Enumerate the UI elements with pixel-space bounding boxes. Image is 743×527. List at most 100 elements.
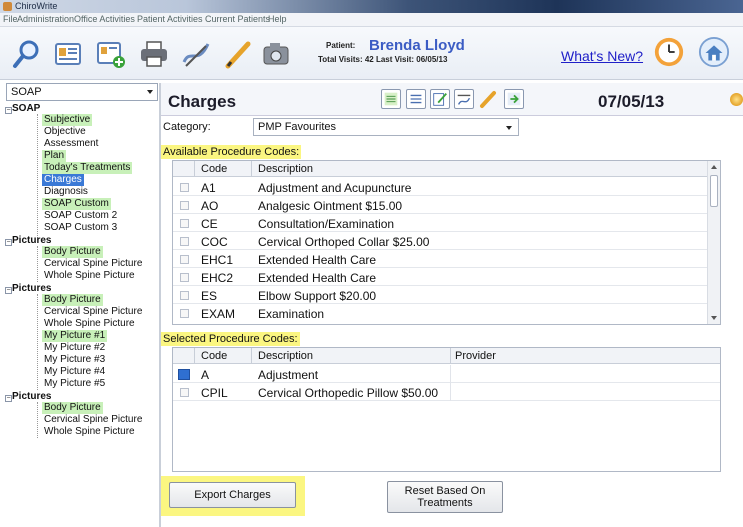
row-description: Extended Health Care xyxy=(258,271,377,285)
table-row[interactable]: A1 Adjustment and Acupuncture xyxy=(173,178,708,196)
row-checkbox[interactable] xyxy=(180,201,189,210)
menu-file[interactable]: File xyxy=(3,14,18,24)
row-checkbox[interactable] xyxy=(180,309,189,318)
printer-icon[interactable] xyxy=(138,38,170,70)
menu-office-activities[interactable]: Office Activities xyxy=(74,14,135,24)
tree-item-whole-spine-picture[interactable]: Whole Spine Picture xyxy=(42,426,137,438)
list-icon[interactable] xyxy=(406,89,426,109)
tree-group-pictures[interactable]: Pictures xyxy=(12,235,51,246)
section-header: Charges 07/05/13 xyxy=(161,83,743,116)
tree-item-body-picture[interactable]: Body Picture xyxy=(42,246,103,258)
column-header-description[interactable]: Description xyxy=(258,350,313,362)
whats-new-link[interactable]: What's New? xyxy=(561,48,643,64)
tree-item-soap-custom[interactable]: SOAP Custom xyxy=(42,198,111,210)
menu-current-patients[interactable]: Current Patients xyxy=(205,14,270,24)
edit-icon[interactable] xyxy=(430,89,450,109)
tree-group-pictures[interactable]: Pictures xyxy=(12,283,51,294)
tree-item-soap-custom-3[interactable]: SOAP Custom 3 xyxy=(42,222,119,234)
column-separator xyxy=(194,348,195,364)
tree-item-plan[interactable]: Plan xyxy=(42,150,67,162)
row-checkbox[interactable] xyxy=(180,255,189,264)
list-green-icon[interactable] xyxy=(381,89,401,109)
table-row[interactable]: ES Elbow Support $20.00 xyxy=(173,286,708,304)
collapse-icon[interactable]: − xyxy=(5,395,12,402)
tree-item-charges[interactable]: Charges xyxy=(42,174,84,186)
tree-item-todays-treatments[interactable]: Today's Treatments xyxy=(42,162,133,174)
tree-item-cervical-spine-picture[interactable]: Cervical Spine Picture xyxy=(42,414,144,426)
table-row[interactable]: EHC2 Extended Health Care xyxy=(173,268,708,286)
column-separator xyxy=(251,348,252,364)
vertical-scrollbar[interactable] xyxy=(707,161,720,324)
row-checkbox[interactable] xyxy=(180,273,189,282)
tree-item-my-picture-5[interactable]: My Picture #5 xyxy=(42,378,107,390)
ruler-icon[interactable] xyxy=(454,89,474,109)
row-code: EXAM xyxy=(201,307,236,321)
tree-group-soap[interactable]: SOAP xyxy=(12,103,40,114)
card-icon[interactable] xyxy=(52,38,84,70)
visits-info: Total Visits: 42 Last Visit: 06/05/13 xyxy=(318,55,448,64)
tree-item-my-picture-3[interactable]: My Picture #3 xyxy=(42,354,107,366)
gear-icon[interactable] xyxy=(730,93,743,106)
collapse-icon[interactable]: − xyxy=(5,239,12,246)
row-checkbox-checked[interactable] xyxy=(178,369,190,380)
row-checkbox[interactable] xyxy=(180,183,189,192)
magnifier-icon[interactable] xyxy=(10,38,42,70)
export-green-icon[interactable] xyxy=(504,89,524,109)
tree-item-soap-custom-2[interactable]: SOAP Custom 2 xyxy=(42,210,119,222)
ruler-pencil-icon[interactable] xyxy=(180,38,212,70)
pencil-icon[interactable] xyxy=(478,89,498,109)
tree-item-whole-spine-picture[interactable]: Whole Spine Picture xyxy=(42,318,137,330)
table-row[interactable]: CPIL Cervical Orthopedic Pillow $50.00 xyxy=(173,383,720,401)
tree-group-pictures[interactable]: Pictures xyxy=(12,391,51,402)
tree-connector xyxy=(37,246,38,282)
clock-icon[interactable] xyxy=(653,36,685,68)
scrollbar-thumb[interactable] xyxy=(710,175,718,207)
tree-item-my-picture-4[interactable]: My Picture #4 xyxy=(42,366,107,378)
tree-item-whole-spine-picture[interactable]: Whole Spine Picture xyxy=(42,270,137,282)
menu-patient-activities[interactable]: Patient Activities xyxy=(137,14,203,24)
table-row[interactable]: COC Cervical Orthoped Collar $25.00 xyxy=(173,232,708,250)
column-header-description[interactable]: Description xyxy=(258,163,313,175)
scroll-down-icon[interactable] xyxy=(711,316,717,320)
row-checkbox[interactable] xyxy=(180,237,189,246)
collapse-icon[interactable]: − xyxy=(5,107,12,114)
tree-item-my-picture-2[interactable]: My Picture #2 xyxy=(42,342,107,354)
camera-icon[interactable] xyxy=(260,38,292,70)
table-row[interactable]: EHC1 Extended Health Care xyxy=(173,250,708,268)
reset-treatments-button[interactable]: Reset Based On Treatments xyxy=(387,481,503,513)
tree-item-cervical-spine-picture[interactable]: Cervical Spine Picture xyxy=(42,258,144,270)
column-header-provider[interactable]: Provider xyxy=(455,350,496,362)
menu-help[interactable]: Help xyxy=(268,14,287,24)
add-card-icon[interactable] xyxy=(95,38,127,70)
collapse-icon[interactable]: − xyxy=(5,287,12,294)
tree-item-my-picture-1[interactable]: My Picture #1 xyxy=(42,330,108,342)
pencil-icon[interactable] xyxy=(222,38,254,70)
view-dropdown[interactable]: SOAP xyxy=(6,83,158,101)
tree-item-diagnosis[interactable]: Diagnosis xyxy=(42,186,90,198)
scroll-up-icon[interactable] xyxy=(711,165,717,169)
export-charges-button[interactable]: Export Charges xyxy=(169,482,296,508)
row-code: ES xyxy=(201,289,218,303)
column-header-code[interactable]: Code xyxy=(201,163,227,175)
home-icon[interactable] xyxy=(698,36,730,68)
menu-administration[interactable]: Administration xyxy=(17,14,74,24)
category-dropdown[interactable]: PMP Favourites xyxy=(253,118,519,136)
table-header: Code Description Provider xyxy=(173,348,720,364)
row-checkbox[interactable] xyxy=(180,219,189,228)
table-row[interactable]: EXAM Examination xyxy=(173,304,708,322)
tree-item-subjective[interactable]: Subjective xyxy=(42,114,93,126)
tree-item-body-picture[interactable]: Body Picture xyxy=(42,402,103,414)
tree-item-cervical-spine-picture[interactable]: Cervical Spine Picture xyxy=(42,306,144,318)
column-header-code[interactable]: Code xyxy=(201,350,227,362)
table-row[interactable]: A Adjustment xyxy=(173,365,720,383)
row-checkbox[interactable] xyxy=(180,291,189,300)
table-row[interactable]: CE Consultation/Examination xyxy=(173,214,708,232)
tree-item-objective[interactable]: Objective xyxy=(42,126,88,138)
row-code: EHC1 xyxy=(201,253,234,267)
tree-item-assessment[interactable]: Assessment xyxy=(42,138,100,150)
row-checkbox[interactable] xyxy=(180,388,189,397)
tree-item-body-picture[interactable]: Body Picture xyxy=(42,294,103,306)
selected-codes-label: Selected Procedure Codes: xyxy=(161,332,300,346)
row-code: CPIL xyxy=(201,386,228,400)
table-row[interactable]: AO Analgesic Ointment $15.00 xyxy=(173,196,708,214)
